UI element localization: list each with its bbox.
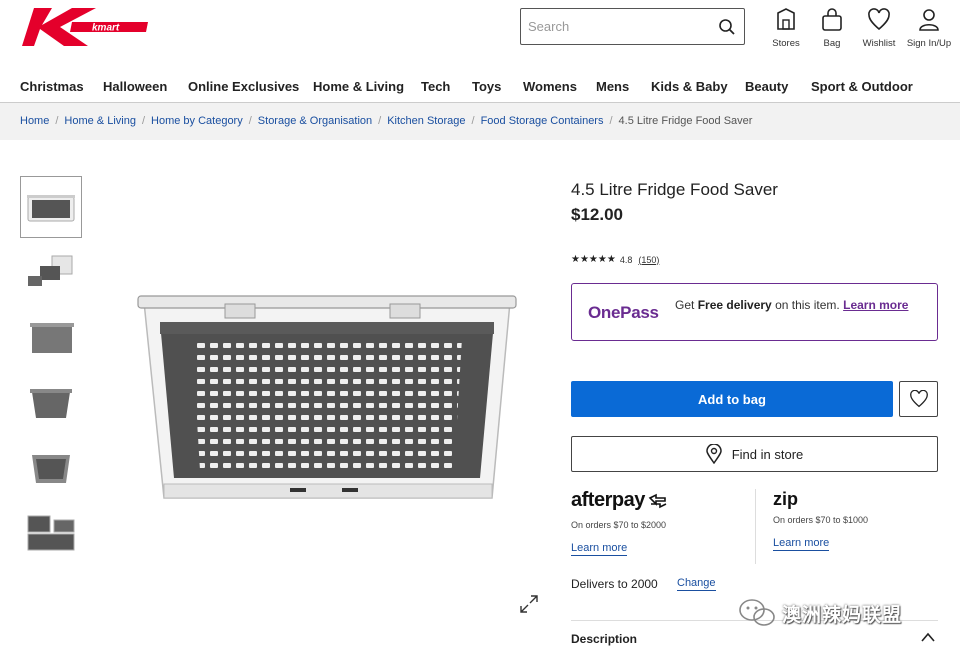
- rating-value: 4.8: [619, 254, 633, 265]
- signin-label: Sign In/Up: [906, 38, 952, 49]
- zip-learn-more-link[interactable]: Learn more: [773, 537, 830, 551]
- thumbnail-5[interactable]: [20, 436, 82, 498]
- kmart-logo-icon: kmart: [22, 8, 148, 46]
- main-nav: Christmas Halloween Online Exclusives Ho…: [20, 79, 913, 94]
- breadcrumb-food-storage[interactable]: Food Storage Containers: [481, 115, 604, 127]
- product-thumbnail-image: [27, 195, 75, 222]
- nav-item-tech[interactable]: Tech: [421, 79, 472, 94]
- bag-icon: [822, 8, 842, 31]
- onepass-message: Get Free delivery on this item. Learn mo…: [675, 298, 925, 312]
- delivery-location: Delivers to 2000: [571, 577, 658, 591]
- thumbnail-1[interactable]: [20, 176, 82, 238]
- thumbnail-3[interactable]: [20, 306, 82, 368]
- wishlist-label: Wishlist: [862, 38, 896, 49]
- product-price: $12.00: [571, 205, 623, 224]
- product-thumbnail-image: [30, 323, 74, 353]
- breadcrumb: Home / Home & Living / Home by Category / S…: [20, 115, 752, 127]
- zip-section: zip On orders $70 to $1000 Learn more: [773, 489, 868, 551]
- search-box[interactable]: [520, 8, 745, 45]
- breadcrumb-kitchen-storage[interactable]: Kitchen Storage: [387, 115, 465, 127]
- bag-label: Bag: [823, 38, 841, 49]
- payment-divider: [755, 489, 756, 564]
- product-main-image: [137, 295, 517, 499]
- expand-image-icon[interactable]: [519, 594, 539, 614]
- nav-item-womens[interactable]: Womens: [523, 79, 596, 94]
- onepass-learn-more-link[interactable]: Learn more: [843, 298, 908, 312]
- wishlist-link[interactable]: Wishlist: [856, 8, 902, 49]
- breadcrumb-home-living[interactable]: Home & Living: [64, 115, 136, 127]
- afterpay-terms: On orders $70 to $2000: [571, 520, 667, 530]
- breadcrumb-current: 4.5 Litre Fridge Food Saver: [618, 115, 753, 127]
- zip-logo: zip: [773, 489, 798, 509]
- rating-stars: ★★★★★: [571, 254, 616, 265]
- afterpay-learn-more-link[interactable]: Learn more: [571, 542, 628, 556]
- review-count-link[interactable]: (150): [638, 255, 659, 265]
- afterpay-logo: afterpay: [571, 489, 669, 512]
- product-title: 4.5 Litre Fridge Food Saver: [571, 180, 778, 199]
- breadcrumb-separator: /: [55, 115, 59, 127]
- breadcrumb-home-by-category[interactable]: Home by Category: [151, 115, 243, 127]
- search-icon[interactable]: [718, 18, 736, 36]
- product-thumbnail-image: [32, 455, 70, 483]
- zip-terms: On orders $70 to $1000: [773, 515, 869, 525]
- add-to-wishlist-button[interactable]: [899, 381, 938, 417]
- breadcrumb-separator: /: [248, 115, 252, 127]
- watermark: 澳洲辣妈联盟: [738, 598, 902, 628]
- breadcrumb-separator: /: [378, 115, 382, 127]
- watermark-text: 澳洲辣妈联盟: [782, 604, 903, 626]
- onepass-text-pre: Get: [675, 298, 698, 312]
- location-pin-icon: [705, 444, 722, 464]
- nav-item-kids-baby[interactable]: Kids & Baby: [651, 79, 745, 94]
- afterpay-arrows-icon: [648, 493, 667, 508]
- chevron-up-icon[interactable]: [920, 631, 936, 643]
- product-rating: ★★★★★ 4.8 (150): [571, 254, 659, 265]
- store-icon: [777, 8, 795, 30]
- stores-link[interactable]: Stores: [768, 8, 804, 49]
- breadcrumb-storage[interactable]: Storage & Organisation: [258, 115, 372, 127]
- nav-item-mens[interactable]: Mens: [596, 79, 651, 94]
- add-to-bag-button[interactable]: Add to bag: [571, 381, 893, 417]
- nav-item-online-exclusives[interactable]: Online Exclusives: [188, 79, 313, 94]
- thumbnail-6[interactable]: [20, 501, 82, 563]
- onepass-text-post: on this item.: [771, 298, 844, 312]
- thumbnail-list: [20, 176, 82, 566]
- product-thumbnail-image: [27, 515, 75, 551]
- change-location-link[interactable]: Change: [677, 577, 716, 591]
- thumbnail-4[interactable]: [20, 371, 82, 433]
- breadcrumb-separator: /: [471, 115, 475, 127]
- afterpay-logo-text: afterpay: [571, 489, 645, 511]
- breadcrumb-home[interactable]: Home: [20, 115, 49, 127]
- thumbnail-2[interactable]: [20, 241, 82, 303]
- stores-label: Stores: [772, 38, 800, 49]
- nav-item-toys[interactable]: Toys: [472, 79, 523, 94]
- heart-icon: [868, 8, 890, 31]
- product-thumbnail-image: [30, 389, 72, 418]
- signin-link[interactable]: Sign In/Up: [904, 8, 954, 49]
- onepass-banner: OnePass Get Free delivery on this item. …: [571, 283, 938, 341]
- wechat-icon: [739, 599, 775, 626]
- user-icon: [919, 9, 939, 31]
- afterpay-section: afterpay On orders $70 to $2000 Learn mo…: [571, 489, 669, 556]
- nav-item-sport-outdoor[interactable]: Sport & Outdoor: [811, 79, 913, 94]
- nav-item-halloween[interactable]: Halloween: [103, 79, 188, 94]
- heart-icon: [909, 390, 928, 408]
- bag-link[interactable]: Bag: [808, 8, 856, 49]
- find-in-store-button[interactable]: Find in store: [571, 436, 938, 472]
- search-input[interactable]: [521, 9, 711, 44]
- logo-text: kmart: [92, 23, 120, 34]
- kmart-logo[interactable]: kmart: [22, 8, 150, 46]
- nav-item-home-living[interactable]: Home & Living: [313, 79, 421, 94]
- breadcrumb-separator: /: [141, 115, 146, 127]
- onepass-text-bold: Free delivery: [697, 298, 772, 312]
- find-in-store-label: Find in store: [731, 446, 804, 462]
- onepass-logo: OnePass: [588, 303, 659, 322]
- breadcrumb-separator: /: [609, 115, 613, 127]
- nav-item-christmas[interactable]: Christmas: [20, 79, 103, 94]
- nav-item-beauty[interactable]: Beauty: [745, 79, 811, 94]
- product-thumbnail-image: [28, 255, 73, 286]
- description-heading[interactable]: Description: [571, 632, 637, 646]
